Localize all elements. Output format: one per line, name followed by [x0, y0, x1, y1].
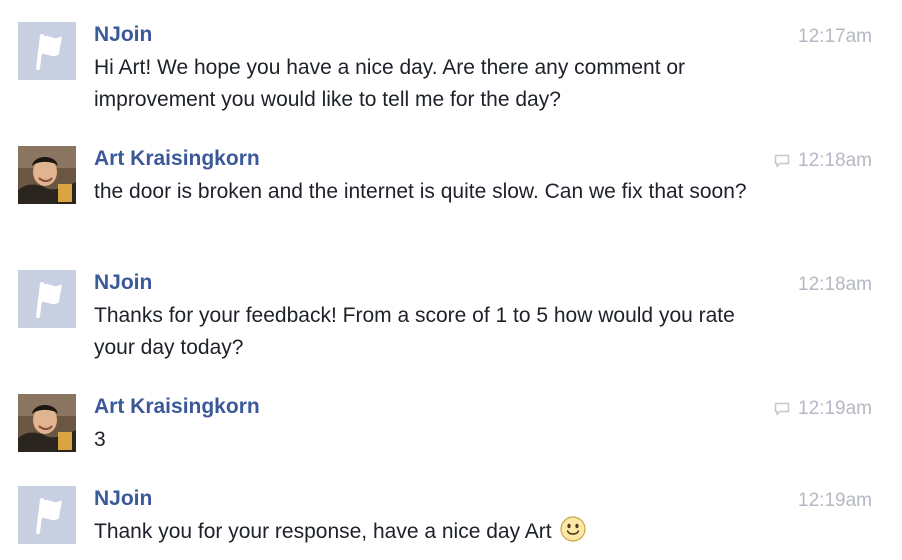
timestamp-text: 12:18am [798, 274, 872, 295]
sender-name[interactable]: NJoin [94, 22, 152, 48]
sender-name[interactable]: Art Kraisingkorn [94, 394, 260, 420]
timestamp-text: 12:18am [798, 150, 872, 171]
user-photo [18, 146, 76, 204]
message-item: Art Kraisingkorn 12:19am 3 [0, 394, 902, 464]
page-avatar[interactable] [18, 270, 76, 328]
sender-name[interactable]: Art Kraisingkorn [94, 146, 260, 172]
message-item: NJoin 12:18am Thanks for your feedback! … [0, 270, 902, 370]
seen-chat-bubble-icon [774, 154, 790, 168]
timestamp-text: 12:19am [798, 398, 872, 419]
message-text: Thanks for your feedback! From a score o… [94, 304, 735, 359]
user-photo [18, 394, 76, 452]
message-text: Thank you for your response, have a nice… [94, 520, 552, 543]
smiley-icon [559, 516, 586, 542]
page-flag-icon [18, 486, 76, 544]
timestamp: 12:19am [774, 398, 872, 420]
message-text: the door is broken and the internet is q… [94, 180, 747, 203]
message-body: Thank you for your response, have a nice… [94, 516, 774, 548]
timestamp: 12:18am [798, 274, 872, 296]
message-text: 3 [94, 428, 106, 451]
user-avatar[interactable] [18, 394, 76, 452]
timestamp-text: 12:19am [798, 490, 872, 511]
sender-name[interactable]: NJoin [94, 486, 152, 512]
seen-chat-bubble-icon [774, 402, 790, 416]
message-item: NJoin 12:19am Thank you for your respons… [0, 486, 902, 556]
timestamp: 12:17am [798, 26, 872, 48]
page-flag-icon [18, 270, 76, 328]
message-thread: NJoin 12:17am Hi Art! We hope you have a… [0, 0, 902, 560]
page-avatar[interactable] [18, 486, 76, 544]
page-avatar[interactable] [18, 22, 76, 80]
sender-name[interactable]: NJoin [94, 270, 152, 296]
timestamp: 12:19am [798, 490, 872, 512]
timestamp: 12:18am [774, 150, 872, 172]
message-item: Art Kraisingkorn 12:18am the door is bro… [0, 146, 902, 246]
user-avatar[interactable] [18, 146, 76, 204]
page-flag-icon [18, 22, 76, 80]
message-item: NJoin 12:17am Hi Art! We hope you have a… [0, 22, 902, 122]
timestamp-text: 12:17am [798, 26, 872, 47]
message-text: Hi Art! We hope you have a nice day. Are… [94, 56, 686, 111]
